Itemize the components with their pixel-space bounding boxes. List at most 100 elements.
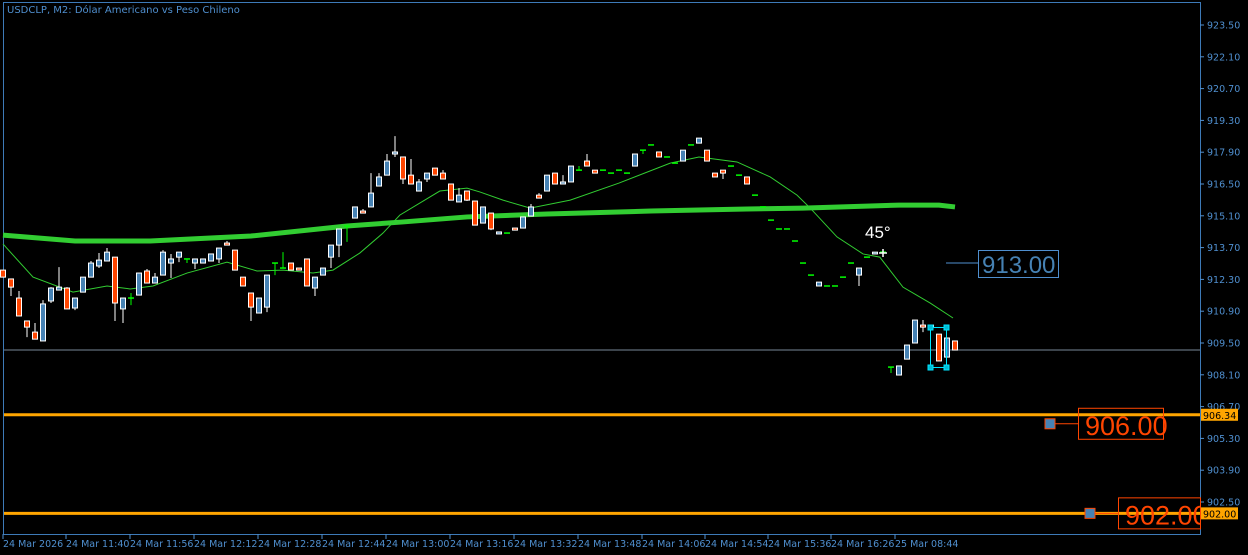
candle xyxy=(472,200,478,226)
bear-candle-body xyxy=(360,210,366,214)
bull-candle-body xyxy=(216,247,222,260)
bear-candle-body xyxy=(0,269,6,278)
candle xyxy=(872,251,878,255)
bull-candle-body xyxy=(336,228,342,246)
bull-candle-body xyxy=(104,251,110,262)
bull-candle-body xyxy=(456,194,462,203)
bull-candle-body xyxy=(48,287,54,302)
selection-handle[interactable] xyxy=(927,364,934,371)
candle xyxy=(144,268,150,284)
bear-candle-body xyxy=(64,287,70,310)
candle xyxy=(88,261,94,278)
candle xyxy=(232,249,238,271)
candle xyxy=(136,272,142,296)
bull-candle-body xyxy=(384,160,390,176)
candle xyxy=(64,287,70,310)
time-tick-label: 24 Mar 11:40 xyxy=(66,539,129,550)
bull-candle-body xyxy=(192,258,198,264)
time-tick-label: 24 Mar 13:16 xyxy=(450,539,513,550)
bull-candle-body xyxy=(680,149,686,162)
bull-candle-body xyxy=(480,206,486,224)
selection-handle[interactable] xyxy=(943,324,950,331)
bull-candle-body xyxy=(168,258,174,264)
time-tick-label: 24 Mar 13:00 xyxy=(386,539,449,550)
bull-candle-body xyxy=(896,365,902,376)
bull-candle-body xyxy=(208,253,214,262)
bull-candle-body xyxy=(152,276,158,284)
time-tick-label: 24 Mar 16:26 xyxy=(831,539,894,550)
bear-candle-body xyxy=(8,278,14,288)
bear-candle-body xyxy=(432,167,438,176)
price-chart[interactable]: USDCLP, M2: Dólar Americano vs Peso Chil… xyxy=(0,0,1248,555)
level-axis-label: 902.00 xyxy=(1203,509,1236,520)
time-tick-label: 24 Mar 12:44 xyxy=(322,539,385,550)
time-tick-label: 24 Mar 12:28 xyxy=(258,539,321,550)
bull-candle-body xyxy=(568,165,574,183)
angle-label[interactable]: 45° xyxy=(865,223,891,242)
selection-handle[interactable] xyxy=(943,364,950,371)
bear-candle-body xyxy=(464,190,470,201)
bear-candle-body xyxy=(936,333,942,362)
bull-candle-body xyxy=(872,251,878,255)
candle xyxy=(288,262,294,271)
time-tick-label: 24 Mar 14:06 xyxy=(642,539,705,550)
price-tick-label: 915.10 xyxy=(1207,211,1240,222)
time-tick-label: 24 Mar 12:12 xyxy=(194,539,257,550)
bull-candle-body xyxy=(856,267,862,276)
bear-candle-body xyxy=(24,320,30,328)
bear-candle-body xyxy=(584,160,590,167)
price-tick-label: 908.10 xyxy=(1207,370,1240,381)
bull-candle-body xyxy=(328,244,334,258)
level-anchor-handle[interactable] xyxy=(1084,507,1096,519)
bull-candle-body xyxy=(424,172,430,180)
chart-title: USDCLP, M2: Dólar Americano vs Peso Chil… xyxy=(7,4,240,16)
level-anchor-handle[interactable] xyxy=(1044,418,1056,430)
bull-candle-body xyxy=(912,319,918,344)
candle xyxy=(656,151,662,158)
price-tick-label: 917.90 xyxy=(1207,148,1240,159)
bull-candle-body xyxy=(256,297,262,314)
candle xyxy=(72,297,78,311)
bear-candle-body xyxy=(952,340,958,351)
time-tick-label: 24 Mar 13:48 xyxy=(578,539,641,550)
candle xyxy=(200,258,206,264)
bear-candle-body xyxy=(704,149,710,162)
bear-candle-body xyxy=(592,169,598,174)
price-tick-label: 922.10 xyxy=(1207,52,1240,63)
price-tick-label: 909.50 xyxy=(1207,339,1240,350)
bear-candle-body xyxy=(248,292,254,308)
candle xyxy=(520,216,526,229)
bull-candle-body xyxy=(312,276,318,289)
price-tick-label: 905.30 xyxy=(1207,434,1240,445)
candle xyxy=(256,297,262,314)
bull-candle-body xyxy=(120,297,126,310)
bear-candle-body xyxy=(656,151,662,158)
bull-candle-body xyxy=(392,151,398,155)
bull-candle-body xyxy=(632,153,638,167)
bull-candle-body xyxy=(416,181,422,192)
bear-candle-body xyxy=(552,172,558,185)
bear-candle-body xyxy=(472,200,478,226)
bear-candle-body xyxy=(16,297,22,317)
bull-candle-body xyxy=(816,281,822,287)
selection-handle[interactable] xyxy=(927,324,934,331)
bull-candle-body xyxy=(72,297,78,309)
candle xyxy=(704,149,710,162)
candle xyxy=(544,174,550,192)
bull-candle-body xyxy=(496,231,502,235)
candle xyxy=(48,287,54,304)
price-tick-label: 923.50 xyxy=(1207,21,1240,32)
candle xyxy=(512,227,518,231)
bear-candle-body xyxy=(536,194,542,199)
time-tick-label: 24 Mar 15:36 xyxy=(768,539,831,550)
level-axis-label: 906.34 xyxy=(1203,411,1236,422)
candle xyxy=(896,365,902,376)
bull-candle-body xyxy=(176,251,182,258)
bear-candle-body xyxy=(224,242,230,246)
candle xyxy=(40,300,46,342)
candle xyxy=(696,137,702,144)
price-tick-label: 916.50 xyxy=(1207,180,1240,191)
bear-candle-body xyxy=(488,212,494,230)
price-tick-label: 903.90 xyxy=(1207,466,1240,477)
bear-candle-body xyxy=(112,256,118,304)
